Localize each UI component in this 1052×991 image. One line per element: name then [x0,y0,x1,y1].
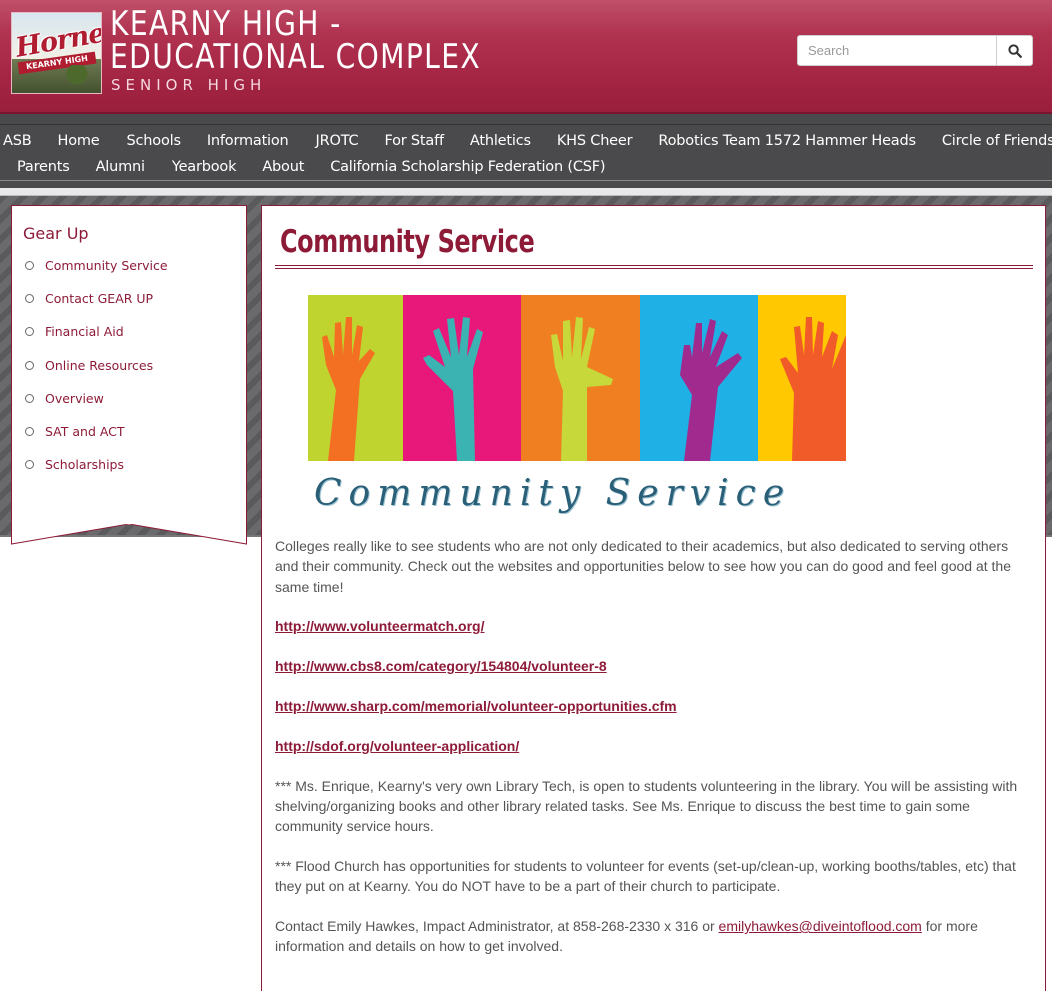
sidebar-item-contact-gear-up[interactable]: Contact GEAR UP [25,291,168,324]
cbs8-volunteer-link[interactable]: http://www.cbs8.com/category/154804/volu… [275,658,607,674]
sidebar-item-scholarships[interactable]: Scholarships [25,457,168,490]
sidebar-item-overview[interactable]: Overview [25,391,168,424]
bullet-icon [25,327,34,337]
hand-icon [680,319,742,461]
nav-item-information[interactable]: Information [207,128,289,154]
main-nav: ASB Home Schools Information JROTC For S… [0,114,1052,188]
sidebar-item-label: Contact GEAR UP [45,291,154,307]
sidebar-item-community-service[interactable]: Community Service [25,258,168,291]
nav-item-robotics[interactable]: Robotics Team 1572 Hammer Heads [658,128,916,154]
bullet-icon [25,426,34,436]
nav-bottom-divider [0,180,1052,181]
bullet-icon [25,393,34,403]
article-body: Colleges really like to see students who… [275,536,1035,976]
title-divider [275,265,1033,269]
sidebar-item-financial-aid[interactable]: Financial Aid [25,324,168,357]
bullet-icon [25,360,34,370]
link-paragraph: http://sdof.org/volunteer-application/ [275,736,1035,756]
community-service-banner: Community Service [308,295,846,525]
hand-icon [780,317,846,461]
sidebar-tail [11,524,247,545]
nav-item-jrotc[interactable]: JROTC [316,128,359,154]
church-note: *** Flood Church has opportunities for s… [275,857,1016,895]
contact-email-link[interactable]: emilyhawkes@diveintoflood.com [719,918,922,934]
nav-row-2: Parents Alumni Yearbook About California… [0,154,606,180]
nav-item-khs-cheer[interactable]: KHS Cheer [557,128,633,154]
link-paragraph: http://www.volunteermatch.org/ [275,616,1035,636]
sidebar-item-label: Financial Aid [45,324,124,340]
banner-panel [308,295,403,461]
banner-panels [308,295,846,461]
nav-item-csf[interactable]: California Scholarship Federation (CSF) [330,154,605,180]
hand-icon [322,317,375,461]
search-icon [1007,43,1022,58]
nav-item-parents[interactable]: Parents [17,154,70,180]
sidebar-list: Community Service Contact GEAR UP Financ… [25,258,168,490]
site-title[interactable]: KEARNY HIGH - EDUCATIONAL COMPLEX [110,7,482,77]
banner-panel [403,295,521,461]
bullet-icon [25,294,34,304]
sidebar-item-label: Community Service [45,258,168,273]
link-paragraph: http://www.sharp.com/memorial/volunteer-… [275,696,1035,716]
banner-panel [758,295,846,461]
hand-icon [551,317,613,461]
sidebar: Gear Up Community Service Contact GEAR U… [11,205,247,525]
volunteermatch-link[interactable]: http://www.volunteermatch.org/ [275,618,485,634]
nav-row-1: ASB Home Schools Information JROTC For S… [0,128,1052,154]
contact-paragraph: Contact Emily Hawkes, Impact Administrat… [275,916,1035,957]
nav-item-schools[interactable]: Schools [127,128,181,154]
link-paragraph: http://www.cbs8.com/category/154804/volu… [275,656,1035,676]
banner-caption: Community Service [314,473,792,514]
sidebar-item-sat-act[interactable]: SAT and ACT [25,424,168,457]
banner-panel [640,295,758,461]
sidebar-item-online-resources[interactable]: Online Resources [25,358,168,391]
school-logo[interactable]: Hornets KEARNY HIGH [11,12,102,94]
search-button[interactable] [996,36,1032,65]
sidebar-item-label: Scholarships [45,457,125,473]
sdof-volunteer-link[interactable]: http://sdof.org/volunteer-application/ [275,738,519,754]
search-box [797,35,1033,66]
nav-item-circle-of-friends[interactable]: Circle of Friends [942,128,1052,154]
hand-icon [423,317,483,461]
page-title: Community Service [280,224,535,260]
sidebar-item-label: SAT and ACT [45,423,125,439]
library-note: *** Ms. Enrique, Kearny's very own Libra… [275,777,1018,835]
nav-item-alumni[interactable]: Alumni [96,154,145,180]
nav-item-yearbook[interactable]: Yearbook [172,154,237,180]
contact-text-before: Contact Emily Hawkes, Impact Administrat… [275,918,719,935]
site-title-line2: EDUCATIONAL COMPLEX [110,37,482,77]
nav-top-divider [0,124,1052,125]
sharp-volunteer-link[interactable]: http://www.sharp.com/memorial/volunteer-… [275,698,677,714]
sidebar-item-label: Online Resources [45,357,154,373]
sidebar-title: Gear Up [23,224,89,243]
nav-item-asb[interactable]: ASB [3,128,32,154]
logo-palm [62,65,92,93]
nav-item-about[interactable]: About [262,154,304,180]
nav-shadow-band [0,188,1052,196]
nav-item-athletics[interactable]: Athletics [470,128,531,154]
banner-panel [521,295,640,461]
intro-paragraph: Colleges really like to see students who… [275,538,1011,595]
nav-item-for-staff[interactable]: For Staff [384,128,444,154]
site-header: Hornets KEARNY HIGH KEARNY HIGH - EDUCAT… [0,0,1052,114]
bullet-icon [25,261,34,270]
sidebar-item-label: Overview [45,390,104,406]
site-subtitle: SENIOR HIGH [111,76,267,94]
search-input[interactable] [798,36,996,65]
nav-item-home[interactable]: Home [57,128,99,154]
bullet-icon [25,460,34,470]
main-content: Community Service Community Service Coll… [261,205,1046,991]
